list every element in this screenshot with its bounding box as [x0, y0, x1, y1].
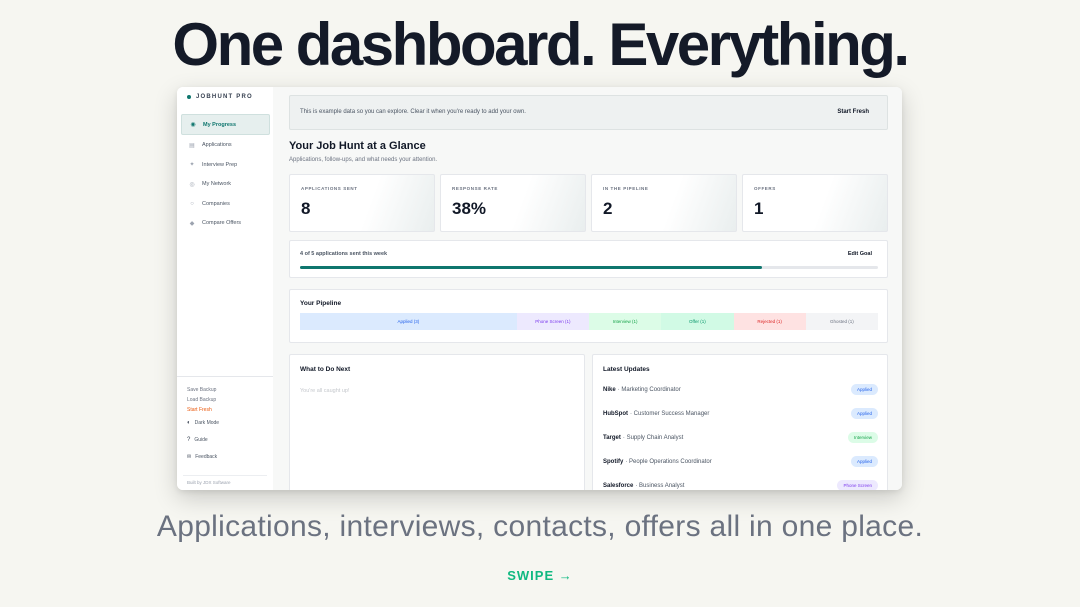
pipeline-segment[interactable]: Ghosted (1) — [805, 313, 878, 330]
sidebar-item-label: Interview Prep — [202, 161, 238, 168]
sidebar-item-companies[interactable]: ○ Companies — [181, 194, 270, 213]
update-company: Target — [603, 435, 621, 441]
sidebar: JOBHUNT PRO ◉ My Progress ▤ Applications ✦ In… — [177, 87, 274, 490]
update-role: · Customer Success Manager — [630, 411, 710, 417]
pipeline-title: Your Pipeline — [300, 300, 342, 307]
stat-value: 2 — [603, 199, 613, 218]
start-fresh-link[interactable]: Start Fresh — [177, 405, 273, 415]
stat-label: IN THE PIPELINE — [603, 186, 649, 191]
people-icon: ◎ — [189, 181, 195, 188]
swipe-cta[interactable]: SWIPE → — [0, 568, 1080, 583]
update-role: · Marketing Coordinator — [617, 387, 681, 393]
todo-title: What to Do Next — [300, 366, 351, 373]
update-company: Spotify — [603, 459, 624, 465]
brand-logo: JOBHUNT PRO — [187, 94, 253, 100]
sidebar-item-label: Applications — [202, 142, 232, 148]
page-title: Your Job Hunt at a Glance — [289, 140, 426, 152]
update-row[interactable]: Nike · Marketing Coordinator Applied — [603, 383, 878, 397]
mail-icon: ✉ — [187, 454, 192, 460]
status-badge: Applied — [850, 408, 878, 419]
sidebar-item-applications[interactable]: ▤ Applications — [181, 136, 270, 155]
question-icon: ? — [187, 437, 191, 443]
half-moon-icon: ◐ — [187, 420, 191, 426]
main-content: This is example data so you can explore.… — [273, 87, 902, 490]
brand-dot-icon — [187, 95, 191, 99]
start-fresh-button[interactable]: Start Fresh — [837, 109, 869, 115]
built-by-text: Built by JDX Software — [187, 480, 231, 485]
update-role: · Supply Chain Analyst — [622, 435, 684, 441]
stat-label: APPLICATIONS SENT — [301, 186, 358, 191]
dark-mode-label: Dark Mode — [194, 420, 220, 426]
edit-goal-button[interactable]: Edit Goal — [848, 251, 872, 257]
update-row[interactable]: Salesforce · Business Analyst Phone Screen — [603, 479, 878, 490]
banner-text: This is example data so you can explore.… — [300, 109, 526, 115]
pipeline-segment[interactable]: Applied (3) — [300, 313, 517, 330]
stat-card-response-rate: RESPONSE RATE 38% — [440, 174, 586, 232]
feedback-label: Feedback — [195, 454, 218, 460]
status-badge: Interview — [847, 432, 878, 443]
update-row[interactable]: Target · Supply Chain Analyst Interview — [603, 431, 878, 445]
update-role: · People Operations Coordinator — [625, 459, 712, 465]
guide-label: Guide — [194, 437, 208, 443]
footer-divider — [183, 475, 267, 476]
sidebar-item-interview-prep[interactable]: ✦ Interview Prep — [181, 155, 270, 174]
sparkle-icon: ✦ — [189, 162, 195, 168]
load-backup-link[interactable]: Load Backup — [177, 395, 273, 405]
todo-card: What to Do Next You're all caught up! — [289, 354, 585, 490]
update-company: Salesforce — [603, 483, 634, 489]
stat-card-offers: OFFERS 1 — [742, 174, 888, 232]
goal-progress-fill — [300, 266, 763, 269]
stat-value: 1 — [754, 199, 764, 218]
sidebar-item-label: Compare Offers — [202, 220, 242, 226]
stat-label: OFFERS — [754, 186, 776, 191]
update-company: HubSpot — [603, 411, 628, 417]
dark-mode-toggle[interactable]: ◐ Dark Mode — [177, 415, 273, 432]
pipeline-card: Your Pipeline Applied (3) Phone Screen (1… — [289, 289, 888, 343]
target-icon: ◉ — [190, 122, 196, 128]
sidebar-nav: ◉ My Progress ▤ Applications ✦ Interview Prep… — [181, 114, 270, 233]
diamond-icon: ◆ — [189, 220, 195, 227]
weekly-goal-card: 4 of 5 applications sent this week Edit … — [289, 240, 888, 278]
goal-text: 4 of 5 applications sent this week — [300, 251, 388, 257]
stat-label: RESPONSE RATE — [452, 186, 498, 191]
example-data-banner: This is example data so you can explore.… — [289, 95, 888, 130]
stat-value: 38% — [452, 199, 487, 218]
update-row[interactable]: Spotify · People Operations Coordinator Ap… — [603, 455, 878, 469]
pipeline-segment[interactable]: Interview (1) — [589, 313, 662, 330]
updates-card: Latest Updates Nike · Marketing Coordinat… — [592, 354, 888, 490]
sidebar-item-label: Companies — [202, 200, 230, 207]
pipeline-segment[interactable]: Offer (1) — [661, 313, 734, 330]
update-role: · Business Analyst — [635, 483, 685, 489]
hero-headline: One dashboard. Everything. — [172, 11, 910, 78]
status-badge: Phone Screen — [837, 480, 878, 490]
pipeline-segment[interactable]: Phone Screen (1) — [516, 313, 589, 330]
app-window: JOBHUNT PRO ◉ My Progress ▤ Applications ✦ In… — [177, 87, 902, 490]
status-badge: Applied — [850, 456, 878, 467]
hero-subline: Applications, interviews, contacts, offe… — [156, 510, 924, 543]
stat-card-applications: APPLICATIONS SENT 8 — [289, 174, 435, 232]
feedback-link[interactable]: ✉ Feedback — [177, 449, 273, 466]
pipeline-segment[interactable]: Rejected (1) — [733, 313, 806, 330]
status-badge: Applied — [850, 384, 878, 395]
sidebar-footer: Save Backup Load Backup Start Fresh ◐ Da… — [177, 376, 273, 466]
guide-link[interactable]: ? Guide — [177, 432, 273, 449]
goal-progress-track — [300, 266, 878, 269]
sidebar-item-my-network[interactable]: ◎ My Network — [181, 175, 270, 194]
todo-empty-state: You're all caught up! — [300, 388, 350, 394]
save-backup-link[interactable]: Save Backup — [177, 385, 273, 395]
brand-name: JOBHUNT PRO — [196, 94, 253, 100]
sidebar-item-label: My Network — [202, 181, 232, 187]
update-row[interactable]: HubSpot · Customer Success Manager Applied — [603, 407, 878, 421]
pipeline-bar: Applied (3) Phone Screen (1) Interview (1)… — [300, 313, 878, 330]
update-company: Nike — [603, 387, 616, 393]
sidebar-item-my-progress[interactable]: ◉ My Progress — [181, 114, 270, 135]
page-subtitle: Applications, follow-ups, and what needs… — [289, 157, 438, 163]
sidebar-item-label: My Progress — [203, 121, 237, 128]
sidebar-item-compare-offers[interactable]: ◆ Compare Offers — [181, 214, 270, 233]
building-icon: ○ — [190, 200, 194, 207]
updates-title: Latest Updates — [603, 366, 650, 373]
stat-card-pipeline: IN THE PIPELINE 2 — [591, 174, 737, 232]
briefcase-icon: ▤ — [189, 142, 195, 149]
stat-value: 8 — [301, 199, 311, 218]
